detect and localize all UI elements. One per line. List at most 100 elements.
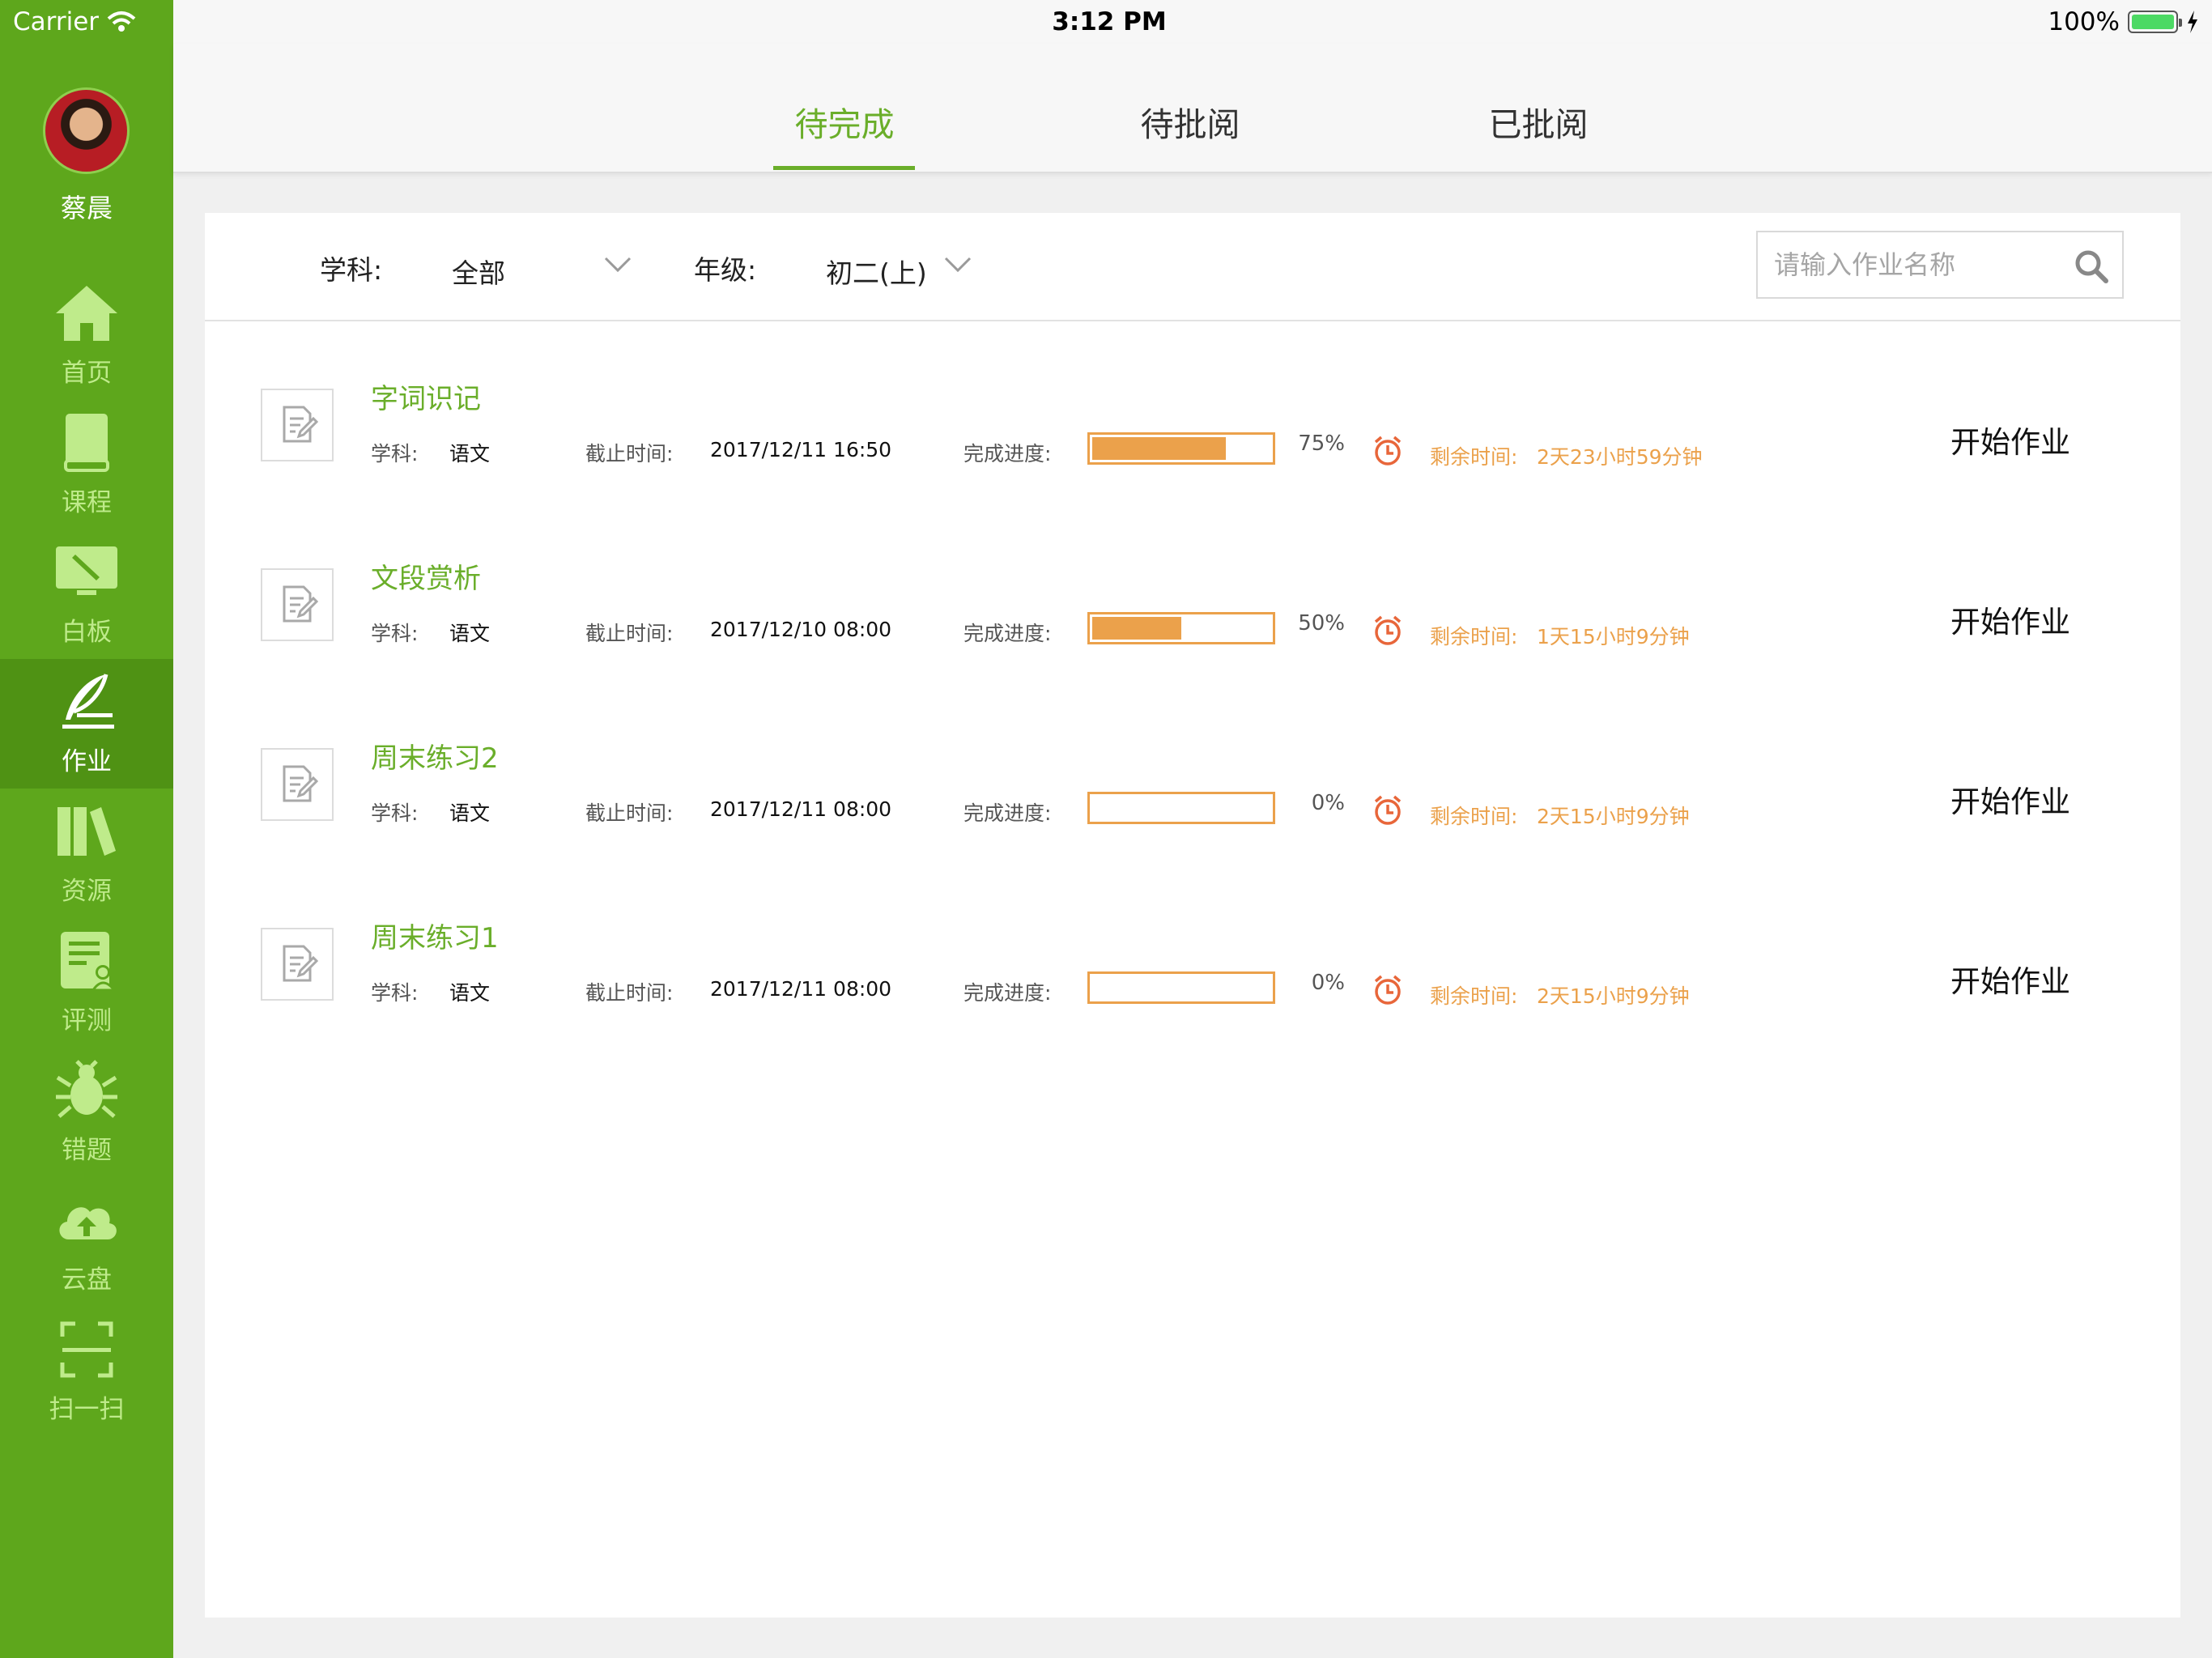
assignment-row: 字词识记 学科: 语文 截止时间: 2017/12/11 16:50 完成进度:…: [205, 321, 2180, 501]
remaining-label: 剩余时间:: [1430, 445, 1518, 469]
assignment-row: 文段赏析 学科: 语文 截止时间: 2017/12/10 08:00 完成进度:…: [205, 501, 2180, 681]
sidebar-item-home[interactable]: 首页: [0, 270, 173, 400]
subject-filter-value: 全部: [452, 257, 505, 289]
document-edit-icon: [261, 928, 334, 1001]
document-edit-icon: [261, 568, 334, 641]
sidebar-item-cloud-drive[interactable]: 云盘: [0, 1177, 173, 1307]
remaining-label: 剩余时间:: [1430, 984, 1518, 1008]
alarm-clock-icon: [1374, 975, 1402, 1005]
start-homework-button[interactable]: 开始作业: [1938, 417, 2083, 469]
avatar[interactable]: [43, 87, 130, 174]
sidebar-item-resources[interactable]: 资源: [0, 789, 173, 918]
sidebar-item-label: 云盘: [62, 1265, 112, 1295]
wifi-icon: [107, 11, 136, 32]
alarm-clock-icon: [1374, 795, 1402, 825]
progress-bar: [1087, 792, 1275, 824]
deadline-label: 截止时间:: [585, 801, 674, 825]
deadline-value: 2017/12/11 16:50: [710, 438, 892, 461]
assignment-row: 周末练习1 学科: 语文 截止时间: 2017/12/11 08:00 完成进度…: [205, 861, 2180, 1040]
remaining-value: 2天15小时9分钟: [1537, 984, 1690, 1008]
charging-bolt-icon: [2188, 11, 2197, 33]
start-homework-button[interactable]: 开始作业: [1938, 597, 2083, 648]
subject-label: 学科:: [371, 442, 419, 466]
remaining-value: 2天15小时9分钟: [1537, 805, 1690, 828]
chevron-down-icon: [944, 257, 972, 273]
cloud-upload-icon: [59, 1206, 117, 1239]
subject-value: 语文: [449, 981, 491, 1005]
grade-filter-label: 年级:: [694, 254, 757, 286]
active-tab-indicator: [773, 166, 915, 170]
status-time: 3:12 PM: [1052, 7, 1167, 36]
progress-bar: [1087, 612, 1275, 644]
filter-bar: 学科: 全部 年级: 初二(上): [205, 213, 2180, 321]
subject-label: 学科:: [371, 622, 419, 645]
search-box: [1756, 231, 2124, 299]
deadline-label: 截止时间:: [585, 981, 674, 1005]
sidebar-item-homework[interactable]: 作业: [0, 659, 173, 789]
whiteboard-icon: [56, 546, 117, 595]
search-icon[interactable]: [2074, 249, 2109, 284]
sidebar-item-course[interactable]: 课程: [0, 400, 173, 529]
progress-label: 完成进度:: [963, 442, 1052, 466]
status-left: Carrier: [0, 0, 173, 44]
deadline-value: 2017/12/10 08:00: [710, 618, 892, 641]
tab-reviewed[interactable]: 已批阅: [1409, 100, 1668, 149]
sidebar-item-label: 首页: [62, 358, 112, 388]
assignment-title[interactable]: 周末练习1: [371, 916, 499, 955]
deadline-value: 2017/12/11 08:00: [710, 977, 892, 1001]
battery-icon: [2128, 11, 2182, 33]
progress-fill: [1092, 437, 1226, 460]
sidebar-item-mistakes[interactable]: 错题: [0, 1048, 173, 1177]
subject-label: 学科:: [371, 981, 419, 1005]
subject-label: 学科:: [371, 801, 419, 825]
assignment-title[interactable]: 字词识记: [371, 376, 481, 416]
assignment-title[interactable]: 文段赏析: [371, 556, 481, 596]
subject-value: 语文: [449, 442, 491, 466]
scan-icon: [60, 1321, 113, 1377]
tab-awaiting-review[interactable]: 待批阅: [1061, 100, 1320, 149]
progress-bar: [1087, 432, 1275, 465]
deadline-value: 2017/12/11 08:00: [710, 797, 892, 821]
grade-filter-value: 初二(上): [826, 257, 927, 289]
sidebar-item-whiteboard[interactable]: 白板: [0, 529, 173, 659]
home-icon: [56, 285, 117, 341]
alarm-clock-icon: [1374, 436, 1402, 466]
sidebar: 蔡晨 首页 课程 白板 作业 资源 评测 错题 云盘 扫一扫: [0, 44, 173, 1658]
remaining-value: 1天15小时9分钟: [1537, 625, 1690, 648]
carrier-label: Carrier: [13, 7, 100, 36]
sidebar-item-label: 作业: [62, 746, 112, 776]
test-icon: [61, 931, 117, 991]
subject-filter-label: 学科:: [320, 254, 383, 286]
book-icon: [64, 413, 109, 472]
sidebar-item-label: 错题: [62, 1135, 112, 1165]
subject-value: 语文: [449, 801, 491, 825]
remaining-label: 剩余时间:: [1430, 805, 1518, 828]
sidebar-item-scan[interactable]: 扫一扫: [0, 1307, 173, 1436]
user-name: 蔡晨: [60, 193, 113, 223]
chevron-down-icon: [604, 257, 632, 273]
status-right: 100%: [2048, 0, 2199, 44]
sidebar-item-label: 白板: [62, 617, 112, 647]
document-edit-icon: [261, 748, 334, 821]
progress-label: 完成进度:: [963, 801, 1052, 825]
sidebar-item-label: 课程: [62, 487, 112, 517]
tab-pending[interactable]: 待完成: [715, 100, 974, 149]
sidebar-item-label: 评测: [62, 1005, 112, 1035]
sidebar-item-label: 扫一扫: [49, 1394, 125, 1424]
start-homework-button[interactable]: 开始作业: [1938, 956, 2083, 1008]
progress-label: 完成进度:: [963, 981, 1052, 1005]
deadline-label: 截止时间:: [585, 622, 674, 645]
assignment-row: 周末练习2 学科: 语文 截止时间: 2017/12/11 08:00 完成进度…: [205, 681, 2180, 861]
bug-icon: [56, 1059, 117, 1118]
start-homework-button[interactable]: 开始作业: [1938, 776, 2083, 828]
deadline-label: 截止时间:: [585, 442, 674, 466]
assignment-title[interactable]: 周末练习2: [371, 736, 499, 776]
sidebar-item-label: 资源: [62, 876, 112, 906]
progress-percent: 50%: [1298, 611, 1345, 636]
search-input[interactable]: [1774, 240, 2065, 289]
library-books-icon: [57, 806, 116, 856]
sidebar-item-evaluation[interactable]: 评测: [0, 918, 173, 1048]
remaining-label: 剩余时间:: [1430, 625, 1518, 648]
status-bar: Carrier 3:12 PM 100%: [0, 0, 2212, 44]
remaining-value: 2天23小时59分钟: [1537, 445, 1703, 469]
